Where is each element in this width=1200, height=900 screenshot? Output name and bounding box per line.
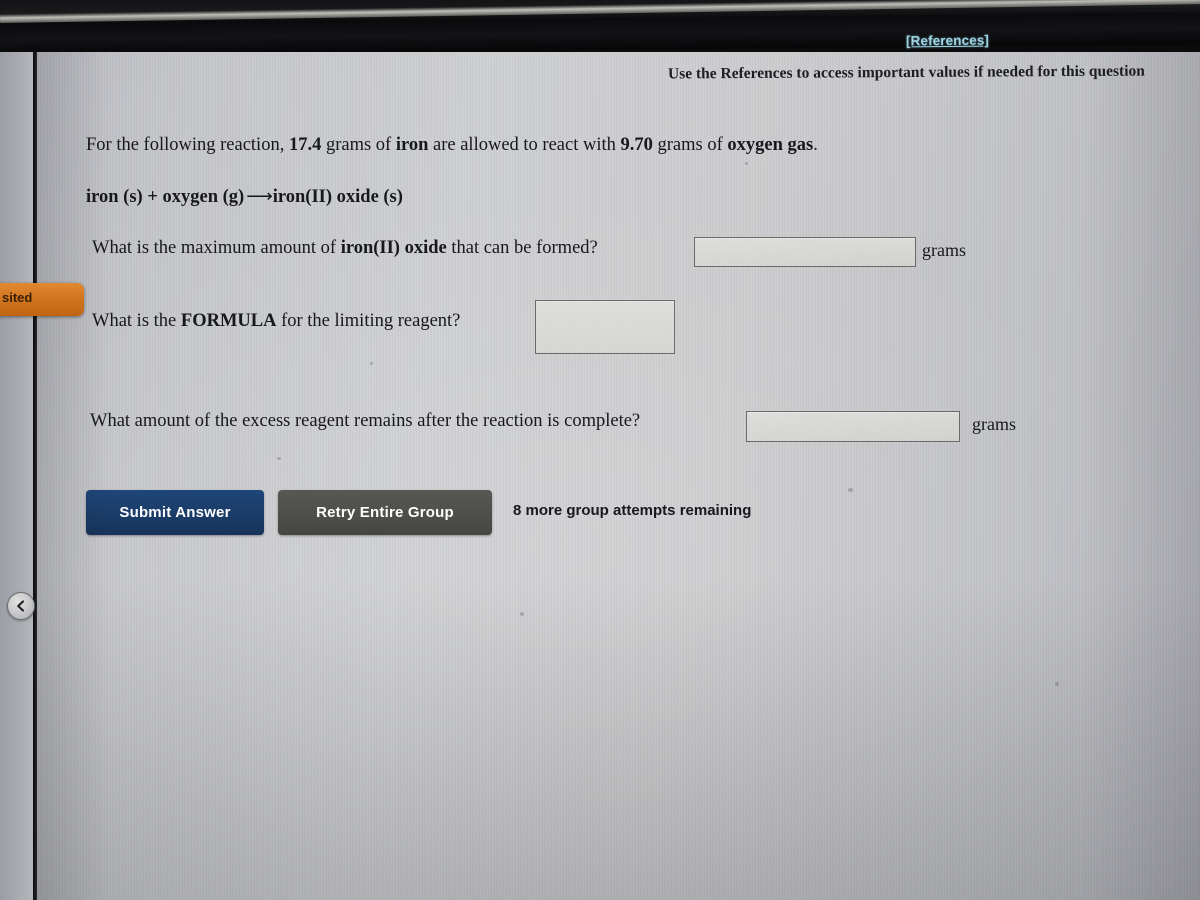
q1-unit-label: grams <box>922 240 966 260</box>
reaction-prompt: For the following reaction, 17.4 grams o… <box>86 135 818 156</box>
chevron-left-icon <box>14 599 28 613</box>
reaction-arrow-icon: ⟶ <box>246 187 272 207</box>
sidebar-collapse-handle[interactable] <box>7 592 35 620</box>
retry-entire-group-button[interactable]: Retry Entire Group <box>278 490 492 535</box>
page-screen: Use the References to access important v… <box>0 52 1200 900</box>
q2-suffix: for the limiting reagent? <box>276 311 461 331</box>
max-product-input[interactable] <box>694 237 916 267</box>
question-2-label: What is the FORMULA for the limiting rea… <box>92 311 460 332</box>
chemical-equation: iron (s) + oxygen (g) ⟶ iron(II) oxide (s) <box>86 186 403 208</box>
equation-reactants: iron (s) + oxygen (g) <box>86 187 245 207</box>
reactant-oxygen-label: oxygen gas <box>727 135 814 155</box>
visited-bookmark-tab[interactable]: sited <box>0 283 84 316</box>
mass-oxygen-value: 9.70 <box>620 135 653 155</box>
photo-left-gutter <box>0 52 33 900</box>
excess-reagent-input[interactable] <box>746 411 960 442</box>
references-link[interactable]: [References] <box>906 33 989 49</box>
q3-unit-label: grams <box>972 414 1016 434</box>
q2-prefix: What is the <box>92 311 181 331</box>
references-instruction: Use the References to access important v… <box>667 62 1145 83</box>
q1-prefix: What is the maximum amount of <box>92 238 341 258</box>
prompt-period: . <box>813 135 818 155</box>
prompt-mid-1: grams of <box>321 135 396 155</box>
prompt-mid-3: grams of <box>652 135 728 155</box>
q2-emphasis: FORMULA <box>180 311 277 331</box>
question-1-label: What is the maximum amount of iron(II) o… <box>92 238 598 259</box>
limiting-reagent-formula-input[interactable] <box>535 300 675 354</box>
mass-iron-value: 17.4 <box>288 135 322 155</box>
monitor-photo: [References] Use the References to acces… <box>0 0 1200 900</box>
submit-answer-button[interactable]: Submit Answer <box>86 490 264 535</box>
reactant-iron-label: iron <box>395 135 429 155</box>
attempts-remaining-text: 8 more group attempts remaining <box>513 502 752 519</box>
prompt-mid-2: are allowed to react with <box>428 135 621 155</box>
equation-products: iron(II) oxide (s) <box>272 187 403 207</box>
visited-tab-label: sited <box>2 290 33 305</box>
browser-left-rail <box>33 52 37 900</box>
q1-compound: iron(II) oxide <box>340 238 447 258</box>
question-content: Use the References to access important v… <box>0 52 1200 900</box>
question-3-label: What amount of the excess reagent remain… <box>90 411 641 431</box>
prompt-prefix: For the following reaction, <box>86 135 289 155</box>
q1-suffix: that can be formed? <box>446 238 598 258</box>
